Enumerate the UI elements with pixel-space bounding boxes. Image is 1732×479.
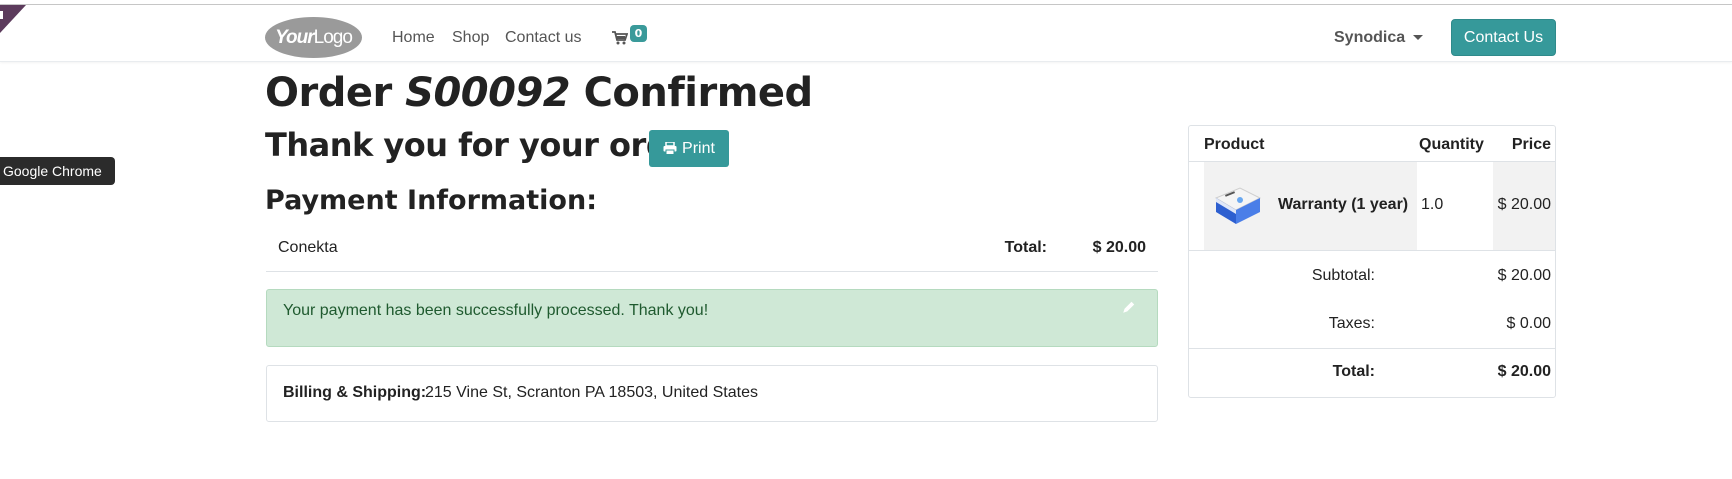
billing-shipping-box: Billing & Shipping: 215 Vine St, Scranto… [266, 365, 1158, 422]
taxes-label: Taxes: [1328, 315, 1375, 332]
product-quantity: 1.0 [1421, 196, 1444, 213]
order-number: S00092 [405, 70, 571, 116]
payment-total-label: Total: [1004, 239, 1047, 256]
taxes-value: $ 0.00 [1506, 315, 1551, 332]
product-price: $ 20.00 [1497, 196, 1551, 213]
column-header-price: Price [1511, 136, 1551, 153]
column-header-quantity: Quantity [1419, 136, 1484, 153]
pencil-icon[interactable] [1123, 301, 1135, 313]
payment-row: Conekta Total: $ 20.00 [266, 232, 1158, 272]
payment-info-heading: Payment Information: [265, 185, 597, 216]
nav-link-home[interactable]: Home [392, 29, 435, 47]
cart-count-badge: 0 [630, 25, 647, 42]
success-message: Your payment has been successfully proce… [283, 302, 709, 319]
billing-shipping-address: 215 Vine St, Scranton PA 18503, United S… [425, 384, 758, 401]
printer-icon [663, 142, 677, 155]
subtotal-label: Subtotal: [1311, 267, 1375, 284]
column-header-product: Product [1204, 136, 1265, 153]
payment-success-alert: Your payment has been successfully proce… [266, 289, 1158, 347]
navbar: YourLogo Home Shop Contact us 0 Synodica… [0, 5, 1732, 62]
corner-ribbon-mark [0, 11, 3, 19]
product-image[interactable] [1206, 174, 1268, 236]
print-button[interactable]: Print [649, 130, 729, 167]
payment-total-value: $ 20.00 [1092, 239, 1146, 256]
product-name[interactable]: Warranty (1 year) [1278, 196, 1408, 214]
summary-total-value: $ 20.00 [1497, 363, 1551, 380]
contact-us-button[interactable]: Contact Us [1451, 19, 1556, 56]
logo-text: YourLogo [275, 26, 353, 48]
subtotal-value: $ 20.00 [1497, 267, 1551, 284]
corner-ribbon[interactable] [0, 5, 26, 33]
thank-you-heading: Thank you for your order. [265, 126, 712, 164]
print-label: Print [682, 139, 715, 157]
total-divider [1189, 348, 1555, 349]
page-title: Order S00092 Confirmed [265, 70, 813, 116]
browser-tooltip: Google Chrome [0, 157, 115, 185]
summary-total-label: Total: [1332, 363, 1375, 380]
order-summary-table: Product Quantity Price Warranty (1 year)… [1188, 125, 1556, 398]
warranty-box-icon [1214, 187, 1262, 224]
shopping-cart-icon [612, 31, 628, 45]
user-menu-dropdown[interactable]: Synodica [1334, 29, 1424, 47]
site-logo[interactable]: YourLogo [265, 17, 362, 58]
payment-method: Conekta [278, 239, 338, 256]
nav-link-shop[interactable]: Shop [452, 29, 489, 47]
nav-link-contact-us[interactable]: Contact us [505, 29, 581, 47]
row-divider [1189, 250, 1555, 251]
user-name: Synodica [1334, 29, 1406, 46]
billing-shipping-label: Billing & Shipping: [283, 384, 427, 401]
caret-down-icon [1413, 35, 1424, 41]
